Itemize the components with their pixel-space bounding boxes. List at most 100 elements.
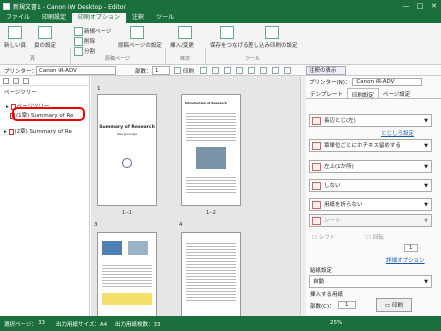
- group-tools: ツール: [245, 56, 261, 62]
- page-thumbnail[interactable]: [181, 232, 241, 316]
- page-title: Introduction of Research: [185, 101, 227, 105]
- menu-bar: ファイル 印刷設定 印刷オプション 注釈 ツール: [0, 12, 441, 23]
- menu-annotation[interactable]: 注釈: [126, 13, 150, 23]
- insert-chapter-button[interactable]: 挿入/変更: [170, 41, 194, 49]
- menu-print-settings[interactable]: 印刷設定: [36, 13, 72, 23]
- copies-input[interactable]: 1: [338, 301, 356, 309]
- chevron-down-icon: ▼: [424, 164, 428, 170]
- fold-value: 用紙を折らない: [324, 202, 363, 208]
- highlight-box: [12, 107, 85, 121]
- count-stepper[interactable]: 1: [404, 244, 418, 252]
- menu-print-options[interactable]: 印刷オプション: [72, 13, 127, 23]
- print-icon[interactable]: [174, 67, 181, 74]
- page-thumbnail[interactable]: Introduction of Research: [181, 94, 241, 206]
- print-label[interactable]: 印刷: [183, 67, 194, 75]
- binding-margin-link[interactable]: とじしろ設定: [381, 129, 414, 137]
- maximize-button[interactable]: □: [413, 2, 427, 10]
- combine-button[interactable]: 保存をつなげる: [210, 41, 249, 49]
- new-page-button[interactable]: 新しい頁: [4, 41, 26, 49]
- duplex-select[interactable]: 長辺とじ(左) ▼: [309, 114, 432, 127]
- insert-page-button[interactable]: 新規ページ: [74, 27, 111, 36]
- shift-checkbox[interactable]: ☐ シフト: [312, 233, 335, 241]
- page-settings-icon[interactable]: [38, 26, 52, 39]
- delete-label: 削除: [84, 39, 96, 45]
- combine-icon[interactable]: [220, 26, 234, 39]
- page-label: 1--2: [206, 210, 216, 216]
- minimize-button[interactable]: —: [399, 2, 413, 10]
- duplex-icon: [312, 117, 321, 125]
- staple-icon: [312, 163, 321, 171]
- page-settings-button[interactable]: 頁の設定: [34, 41, 56, 49]
- page-number: 3: [94, 222, 98, 228]
- detail-options-link[interactable]: 詳細オプション: [386, 256, 425, 264]
- settings-icon[interactable]: [284, 67, 291, 74]
- document-icon: [8, 128, 14, 135]
- paper-source-select[interactable]: 自動 ▼: [309, 275, 432, 288]
- delete-button[interactable]: 削除: [74, 37, 95, 46]
- window-title: 新規文書1 - Canon iW Desktop - Editor: [13, 3, 126, 11]
- zoom-level[interactable]: 25%: [330, 320, 342, 326]
- import-pages-icon[interactable]: [130, 26, 144, 39]
- staple-select[interactable]: 左上(1か所) ▼: [309, 160, 432, 173]
- page-thumbnail[interactable]: [97, 232, 157, 316]
- chevron-down-icon: ▼: [424, 118, 428, 124]
- punch-select[interactable]: しない ▼: [309, 179, 432, 192]
- rotate-label: 回転: [372, 235, 384, 241]
- photo: [127, 241, 148, 255]
- new-page-icon[interactable]: [8, 26, 22, 39]
- page-thumbnail[interactable]: Summary of Research Paul Jennings: [97, 94, 157, 206]
- copy-icon[interactable]: [248, 67, 255, 74]
- batch-print-button[interactable]: 差し込み印刷の設定: [248, 41, 298, 49]
- paste-icon[interactable]: [260, 67, 267, 74]
- group-toc: 目次: [180, 56, 191, 62]
- tree-item-chapter2[interactable]: ▸ (2章) Summary of Re: [4, 127, 72, 135]
- batch-print-icon[interactable]: [265, 26, 279, 39]
- print-button[interactable]: ▭ 印刷: [376, 298, 412, 312]
- photo: [102, 241, 122, 255]
- filter-icon[interactable]: [23, 78, 29, 84]
- menu-tools[interactable]: ツール: [150, 13, 180, 23]
- app-icon: [3, 2, 10, 10]
- redo-icon[interactable]: [212, 67, 219, 74]
- copies-label: 部数(C)：: [310, 304, 335, 310]
- tab-print-settings[interactable]: 印刷設定: [346, 88, 379, 99]
- close-button[interactable]: ✕: [427, 2, 441, 10]
- expand-icon[interactable]: [3, 78, 9, 84]
- import-pages-button[interactable]: 原稿ページの設定: [118, 41, 162, 49]
- undo-icon[interactable]: [200, 67, 207, 74]
- insert-chapter-icon[interactable]: [178, 26, 192, 39]
- group-page: 頁: [30, 56, 36, 62]
- chevron-down-icon: ▼: [424, 279, 428, 285]
- sheet-icon: [312, 217, 321, 225]
- collapse-icon[interactable]: [13, 78, 19, 84]
- fold-select[interactable]: 用紙を折らない ▼: [309, 198, 432, 211]
- copies-input[interactable]: 1: [152, 66, 170, 75]
- print-toolbar: プリンター： Canon iR-ADV 部数： 1 印刷 注釈の表示: [0, 65, 441, 76]
- tab-template[interactable]: テンプレート: [306, 88, 347, 98]
- print-button-label: 印刷: [391, 303, 403, 309]
- delete-icon[interactable]: [272, 67, 279, 74]
- insert-page-label: 新規ページ: [84, 29, 112, 35]
- tree-toolbar: [0, 76, 89, 86]
- pen-icon[interactable]: [224, 67, 231, 74]
- print-icon: ▭: [385, 303, 392, 309]
- menu-file[interactable]: ファイル: [0, 13, 36, 23]
- output-count: 出力用紙枚数：33: [115, 322, 161, 328]
- finishing-select[interactable]: 章単位ごとにホチキス留めする ▼: [309, 139, 432, 152]
- sheet-select[interactable]: シート ▼: [309, 214, 432, 227]
- split-button[interactable]: 分割: [74, 47, 95, 56]
- finishing-value: 章単位ごとにホチキス留めする: [324, 143, 401, 149]
- page-number: 1: [97, 86, 101, 92]
- photo: [196, 147, 226, 169]
- tab-page-settings[interactable]: ページ設定: [379, 88, 414, 98]
- punch-icon: [312, 182, 321, 190]
- table: [102, 293, 152, 305]
- settings-tabs: テンプレート 印刷設定 ページ設定: [306, 88, 441, 99]
- printer-select[interactable]: Canon iR-ADV: [36, 66, 116, 75]
- rotate-checkbox[interactable]: ☐ 回転: [366, 233, 384, 241]
- printer-select[interactable]: Canon iR-ADV: [352, 78, 423, 86]
- chevron-down-icon: ▼: [424, 183, 428, 189]
- cut-icon[interactable]: [236, 67, 243, 74]
- chevron-down-icon: ▼: [424, 143, 428, 149]
- annotation-toggle[interactable]: 注釈の表示: [306, 66, 346, 75]
